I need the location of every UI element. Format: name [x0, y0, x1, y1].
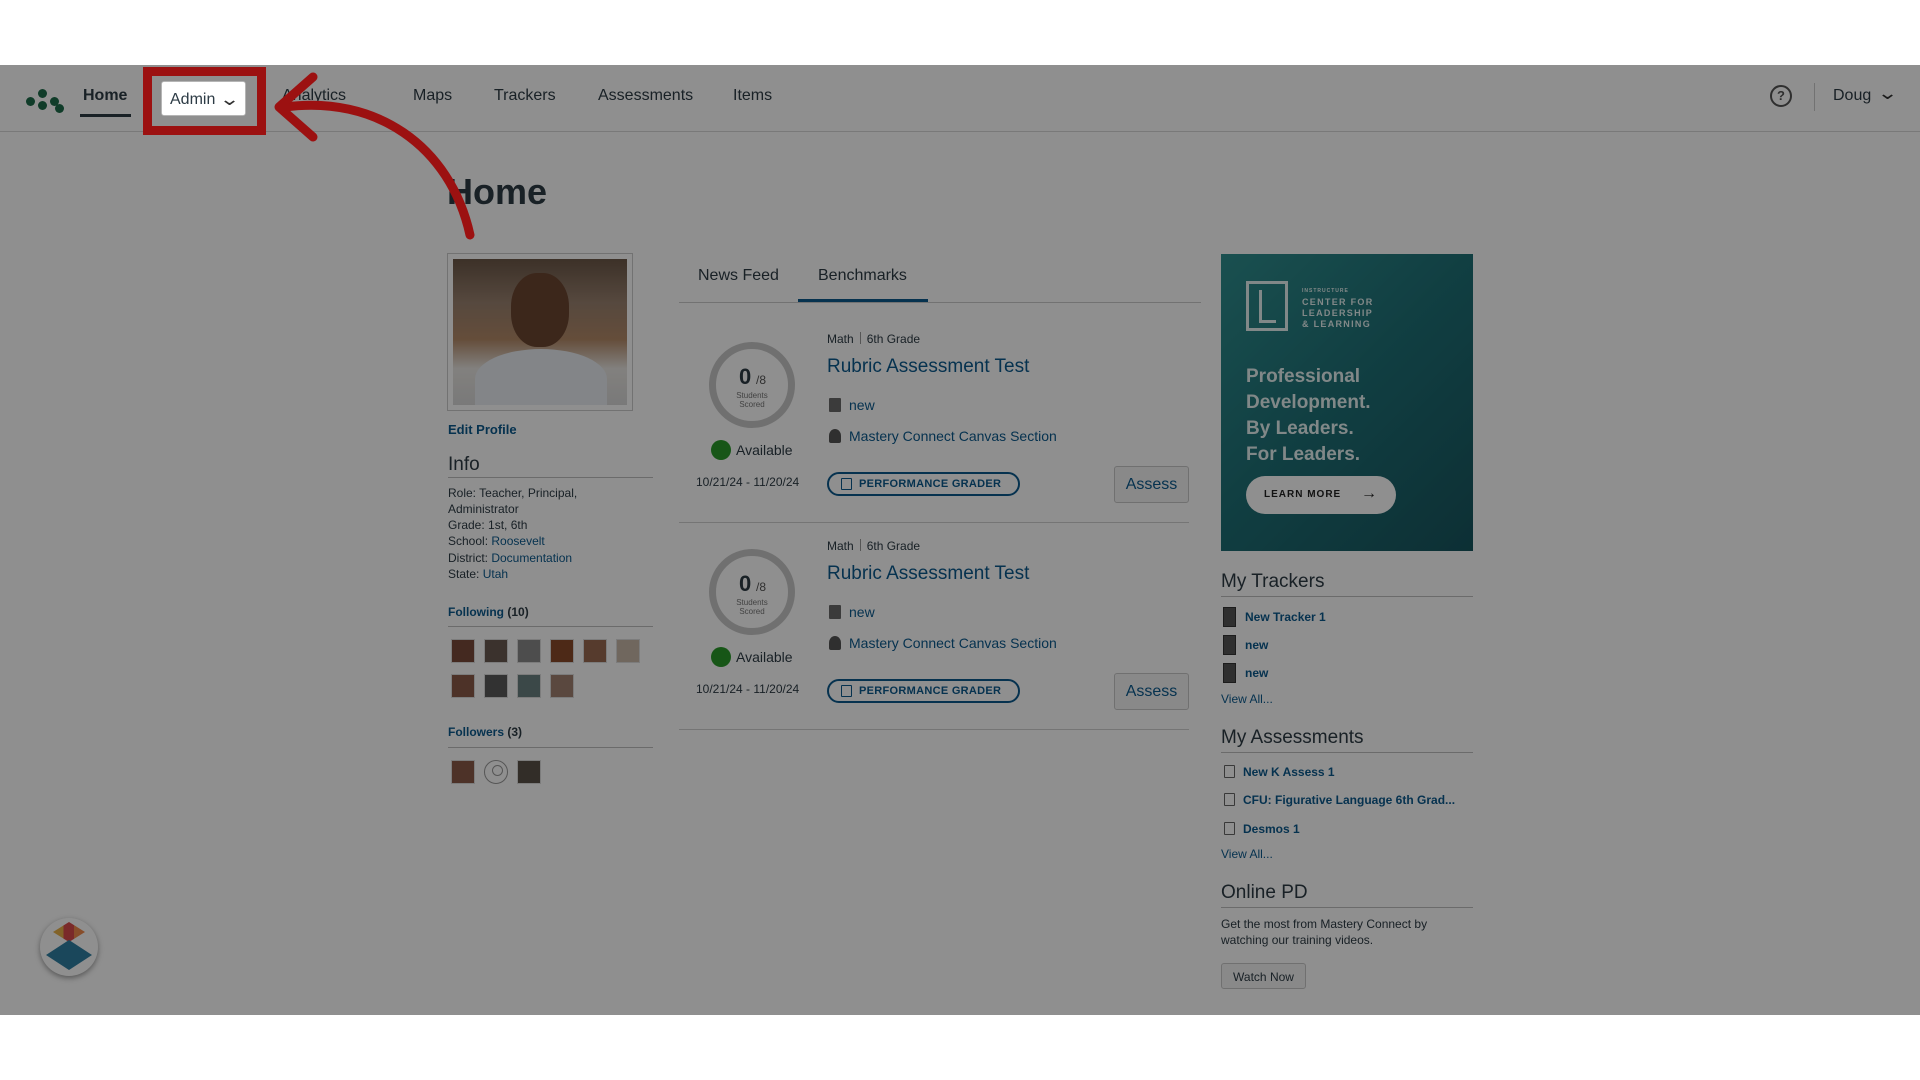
pointer-arrow-icon	[274, 72, 475, 240]
screen: Home Admin ⌄ Analytics Maps Trackers Ass…	[0, 65, 1920, 1015]
highlight-box	[143, 67, 266, 135]
